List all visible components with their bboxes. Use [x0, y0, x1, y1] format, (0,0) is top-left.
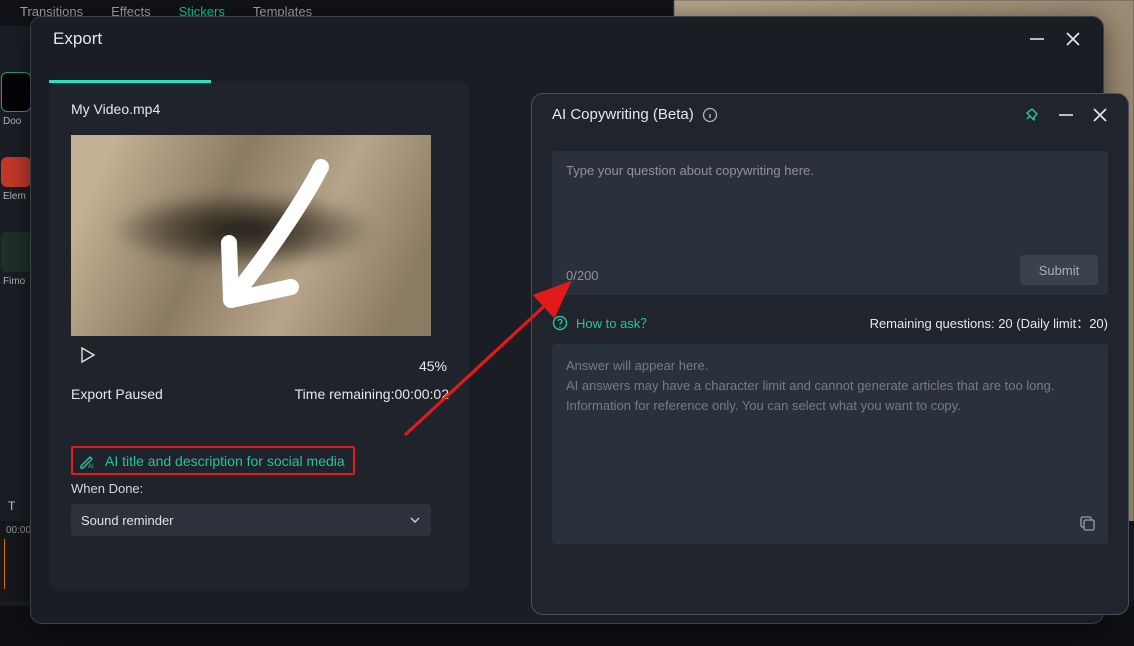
- minimize-icon[interactable]: [1058, 107, 1074, 123]
- video-thumbnail: [71, 135, 431, 336]
- close-icon[interactable]: [1065, 31, 1081, 47]
- drawn-arrow-overlay: [191, 155, 361, 335]
- export-progress-track[interactable]: [49, 80, 409, 83]
- how-to-ask-link[interactable]: How to ask？: [552, 313, 653, 332]
- close-icon[interactable]: [1092, 107, 1108, 123]
- sidebar-label-1: Doo: [3, 116, 32, 127]
- export-progress-fill: [49, 80, 211, 83]
- when-done-label: When Done:: [71, 481, 447, 496]
- ai-panel-title: AI Copywriting (Beta): [552, 106, 694, 123]
- ai-title-description-link[interactable]: AI AI title and description for social m…: [71, 446, 355, 475]
- export-progress-panel: My Video.mp4 45% Export Paused Time rema…: [49, 81, 469, 591]
- sidebar-thumb-2[interactable]: [1, 157, 31, 187]
- answer-line-3: Information for reference only. You can …: [566, 396, 1094, 416]
- copy-icon[interactable]: [1078, 514, 1096, 532]
- sidebar-thumb-1[interactable]: [1, 72, 31, 112]
- playhead[interactable]: [4, 539, 5, 589]
- pin-icon[interactable]: [1024, 107, 1040, 123]
- play-icon[interactable]: [79, 346, 97, 364]
- ai-link-text: AI title and description for social medi…: [105, 453, 345, 469]
- sidebar-thumb-3[interactable]: [1, 232, 31, 272]
- export-dialog: Export My Video.mp4 45% Export Paused Ti…: [30, 16, 1104, 624]
- sidebar-label-3: Fimo: [3, 276, 32, 287]
- submit-button[interactable]: Submit: [1020, 255, 1098, 285]
- ai-prompt-input[interactable]: Type your question about copywriting her…: [552, 151, 1108, 295]
- dropdown-value: Sound reminder: [81, 513, 174, 528]
- time-remaining: Time remaining:00:00:02: [295, 386, 449, 402]
- text-tool-icon[interactable]: T: [8, 499, 15, 513]
- export-status: Export Paused: [71, 386, 163, 402]
- question-icon: [552, 315, 568, 331]
- export-percent: 45%: [419, 358, 447, 374]
- answer-line-1: Answer will appear here.: [566, 356, 1094, 376]
- ai-prompt-placeholder: Type your question about copywriting her…: [566, 163, 814, 178]
- char-counter: 0/200: [566, 268, 599, 283]
- export-filename: My Video.mp4: [71, 101, 447, 117]
- remaining-questions: Remaining questions: 20 (Daily limit：20): [870, 313, 1108, 332]
- svg-text:AI: AI: [88, 464, 94, 469]
- info-icon[interactable]: [702, 107, 718, 123]
- how-to-ask-text: How to ask？: [576, 313, 653, 332]
- answer-line-2: AI answers may have a character limit an…: [566, 376, 1094, 396]
- ai-answer-area: Answer will appear here. AI answers may …: [552, 344, 1108, 544]
- dialog-title: Export: [53, 29, 102, 49]
- when-done-dropdown[interactable]: Sound reminder: [71, 504, 431, 536]
- timeline-tick-0: 00:00: [6, 525, 31, 536]
- sidebar-label-2: Elem: [3, 191, 32, 202]
- pencil-ai-icon: AI: [79, 453, 97, 469]
- minimize-icon[interactable]: [1029, 31, 1045, 47]
- ai-copywriting-panel: AI Copywriting (Beta) Type your question…: [531, 93, 1129, 615]
- chevron-down-icon: [409, 514, 421, 526]
